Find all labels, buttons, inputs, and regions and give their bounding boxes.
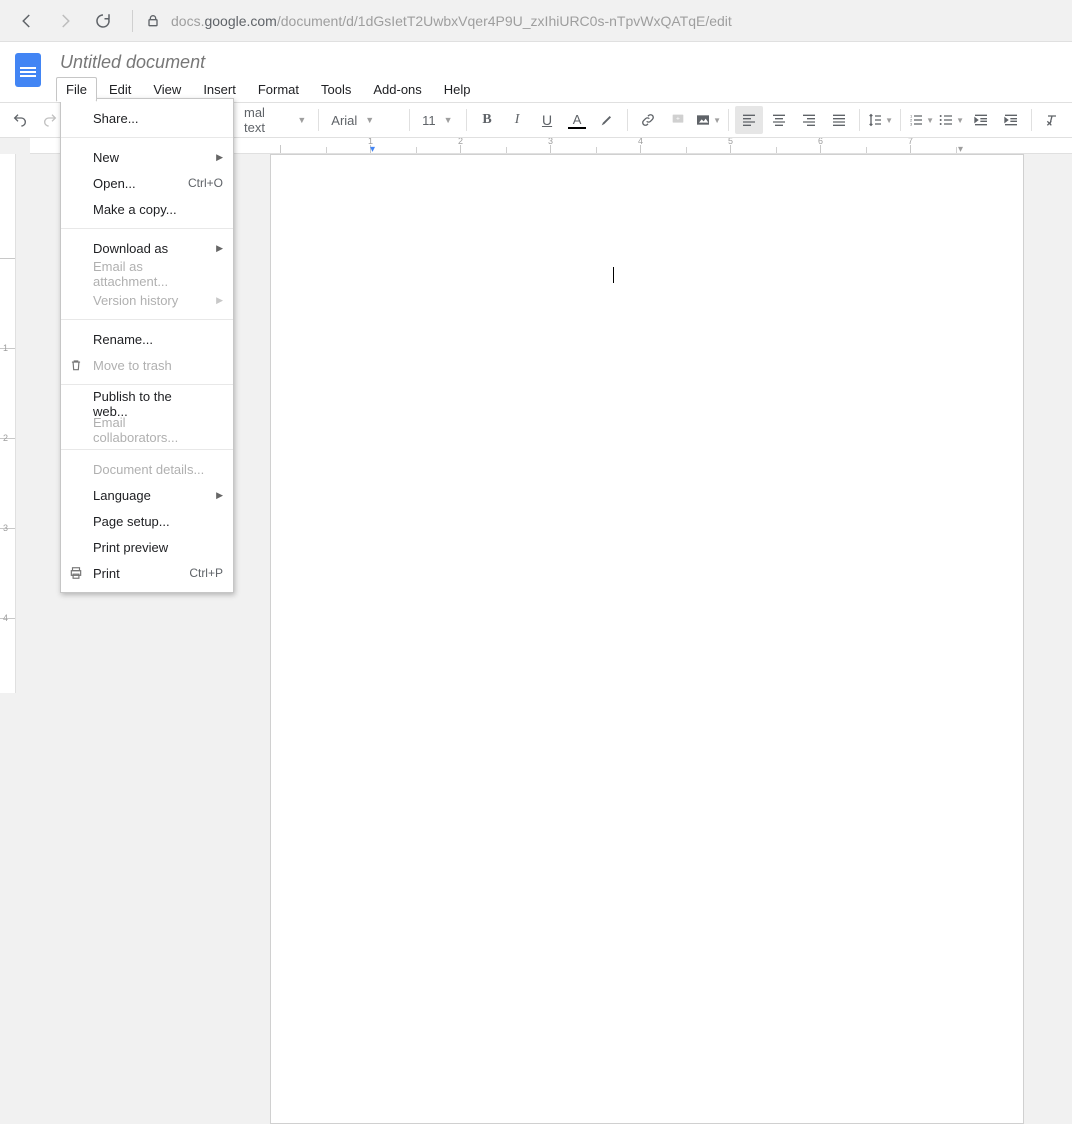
submenu-arrow-icon: ▶ (216, 152, 223, 163)
document-title[interactable]: Untitled document (56, 50, 481, 75)
menu-item-document-details: Document details... (61, 456, 233, 482)
url-bar[interactable]: docs.google.com/document/d/1dGsIetT2Uwbx… (171, 13, 732, 29)
menu-item-label: Document details... (93, 462, 204, 477)
font-size-select[interactable]: 11▼ (416, 106, 460, 134)
menu-item-label: Page setup... (93, 514, 170, 529)
menu-item-publish-to-the-web[interactable]: Publish to the web... (61, 391, 233, 417)
text-color-button[interactable]: A (563, 106, 591, 134)
menu-item-new[interactable]: New ▶ (61, 144, 233, 170)
print-icon (69, 566, 83, 580)
font-family-select[interactable]: Arial▼ (325, 106, 403, 134)
menu-separator (61, 384, 233, 385)
document-page[interactable] (270, 154, 1024, 1124)
menu-item-email-as-attachment: Email as attachment... (61, 261, 233, 287)
font-family-label: Arial (331, 113, 357, 128)
menu-help[interactable]: Help (434, 77, 481, 102)
align-left-button[interactable] (735, 106, 763, 134)
menu-separator (61, 228, 233, 229)
insert-link-button[interactable] (634, 106, 662, 134)
font-size-label: 11 (422, 113, 436, 128)
menu-item-version-history: Version history ▶ (61, 287, 233, 313)
menu-item-label: Version history (93, 293, 178, 308)
left-margin-marker-icon[interactable]: ▾ (370, 144, 375, 154)
menu-item-make-a-copy[interactable]: Make a copy... (61, 196, 233, 222)
increase-indent-button[interactable] (997, 106, 1025, 134)
menu-item-label: Email as attachment... (93, 259, 209, 289)
clear-formatting-button[interactable] (1038, 106, 1066, 134)
menu-item-open[interactable]: Open... Ctrl+O (61, 170, 233, 196)
menu-item-email-collaborators: Email collaborators... (61, 417, 233, 443)
insert-comment-button[interactable]: + (664, 106, 692, 134)
browser-back-button[interactable] (10, 4, 44, 38)
menu-item-label: Make a copy... (93, 202, 177, 217)
vertical-ruler[interactable]: 1 2 3 4 (0, 154, 16, 693)
menu-item-share[interactable]: Share... (61, 105, 233, 131)
undo-button[interactable] (6, 106, 34, 134)
highlight-button[interactable] (593, 106, 621, 134)
menu-item-page-setup[interactable]: Page setup... (61, 508, 233, 534)
right-margin-marker-icon[interactable]: ▾ (958, 144, 963, 154)
menu-item-label: Open... (93, 176, 136, 191)
bulleted-list-button[interactable]: ▼ (937, 106, 965, 134)
italic-button[interactable]: I (503, 106, 531, 134)
url-domain: google.com (204, 13, 276, 29)
numbered-list-button[interactable]: 123▼ (907, 106, 935, 134)
docs-logo-icon[interactable] (8, 50, 48, 90)
menu-item-language[interactable]: Language ▶ (61, 482, 233, 508)
browser-reload-button[interactable] (86, 4, 120, 38)
line-spacing-button[interactable]: ▼ (866, 106, 894, 134)
menu-item-label: Rename... (93, 332, 153, 347)
submenu-arrow-icon: ▶ (216, 490, 223, 501)
insert-image-button[interactable]: ▼ (694, 106, 722, 134)
submenu-arrow-icon: ▶ (216, 295, 223, 306)
menu-item-label: Download as (93, 241, 168, 256)
decrease-indent-button[interactable] (967, 106, 995, 134)
menu-item-move-to-trash: Move to trash (61, 352, 233, 378)
menu-item-label: Share... (93, 111, 139, 126)
url-path: /document/d/1dGsIetT2UwbxVqer4P9U_zxIhiU… (277, 13, 732, 29)
url-prefix: docs. (171, 13, 204, 29)
menu-item-label: Print preview (93, 540, 168, 555)
menu-separator (61, 137, 233, 138)
underline-button[interactable]: U (533, 106, 561, 134)
svg-text:3: 3 (910, 121, 913, 126)
paragraph-style-label: mal text (244, 105, 289, 135)
menu-item-print-preview[interactable]: Print preview (61, 534, 233, 560)
lock-icon (145, 13, 161, 29)
align-right-button[interactable] (795, 106, 823, 134)
align-justify-button[interactable] (825, 106, 853, 134)
separator (132, 10, 133, 32)
menu-shortcut: Ctrl+O (188, 176, 223, 190)
menu-item-label: Print (93, 566, 120, 581)
menu-item-rename[interactable]: Rename... (61, 326, 233, 352)
trash-icon (69, 358, 83, 372)
menu-item-label: Email collaborators... (93, 415, 209, 445)
menu-format[interactable]: Format (248, 77, 309, 102)
menu-tools[interactable]: Tools (311, 77, 361, 102)
text-cursor (613, 267, 614, 283)
file-menu-dropdown: Share... New ▶ Open... Ctrl+O Make a copy... D… (60, 98, 234, 593)
browser-toolbar: docs.google.com/document/d/1dGsIetT2Uwbx… (0, 0, 1072, 42)
menu-item-label: New (93, 150, 119, 165)
menu-item-print[interactable]: Print Ctrl+P (61, 560, 233, 586)
paragraph-style-select[interactable]: mal text▼ (238, 106, 312, 134)
menu-addons[interactable]: Add-ons (363, 77, 431, 102)
menu-file[interactable]: File (56, 77, 97, 102)
menu-separator (61, 319, 233, 320)
bold-button[interactable]: B (473, 106, 501, 134)
menu-item-label: Move to trash (93, 358, 172, 373)
submenu-arrow-icon: ▶ (216, 243, 223, 254)
menu-item-download-as[interactable]: Download as ▶ (61, 235, 233, 261)
menu-separator (61, 449, 233, 450)
document-header: Untitled document File Edit View Insert … (0, 42, 1072, 102)
align-center-button[interactable] (765, 106, 793, 134)
browser-forward-button[interactable] (48, 4, 82, 38)
menu-shortcut: Ctrl+P (189, 566, 223, 580)
svg-text:+: + (676, 116, 680, 123)
menu-item-label: Language (93, 488, 151, 503)
